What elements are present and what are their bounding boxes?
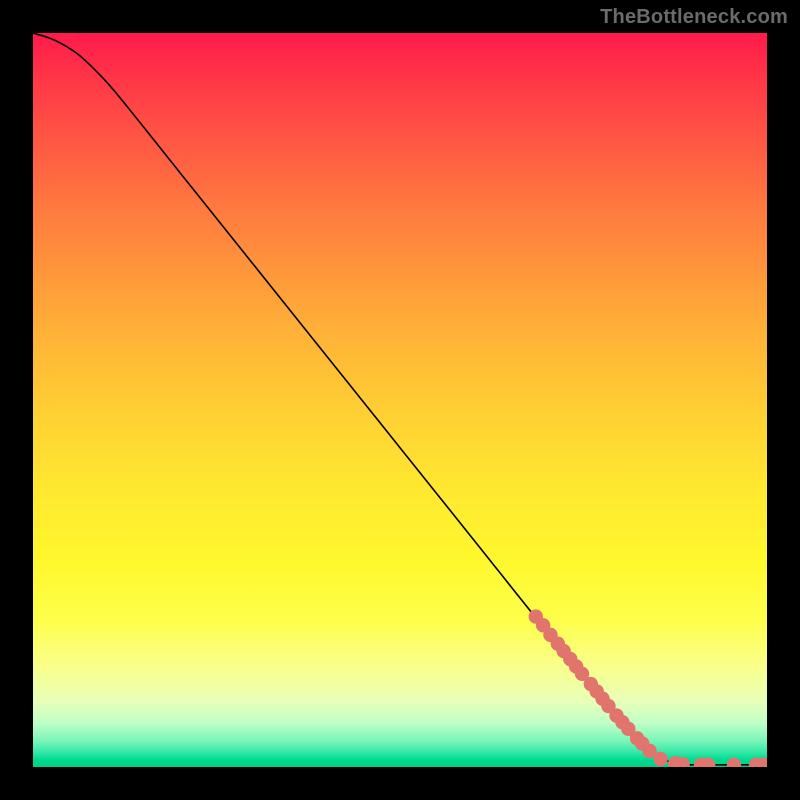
bottleneck-curve [33, 33, 767, 765]
chart-svg [33, 33, 767, 767]
chart-container: TheBottleneck.com [0, 0, 800, 800]
data-marker [727, 758, 741, 767]
data-marker [653, 752, 667, 766]
plot-area [33, 33, 767, 767]
attribution-label: TheBottleneck.com [600, 6, 788, 29]
data-markers [529, 609, 767, 767]
